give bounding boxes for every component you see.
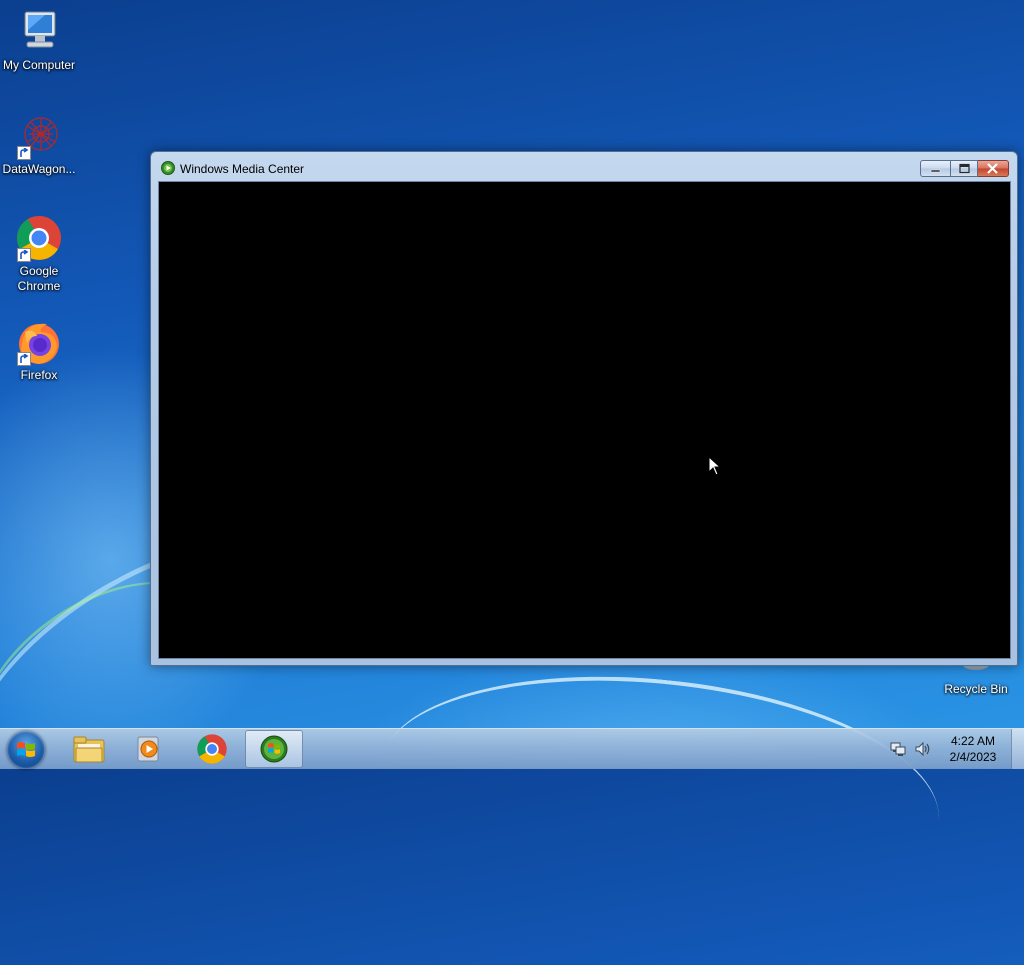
shortcut-arrow-icon	[17, 352, 31, 366]
minimize-icon	[930, 169, 941, 173]
minimize-button[interactable]	[920, 160, 951, 177]
window-controls	[920, 160, 1009, 178]
desktop-icon-label: DataWagon...	[2, 162, 76, 176]
close-icon	[987, 163, 998, 174]
close-button[interactable]	[978, 160, 1009, 177]
desktop-icon-label: Google Chrome	[17, 264, 61, 293]
shortcut-arrow-icon	[17, 248, 31, 262]
desktop-icon-datawagon[interactable]: DataWagon...	[0, 112, 78, 177]
speaker-icon[interactable]	[914, 741, 932, 757]
media-center-icon	[260, 735, 288, 763]
window-title: Windows Media Center	[180, 162, 305, 176]
desktop-icon-label: My Computer	[2, 58, 76, 72]
media-center-window[interactable]: Windows Media Center	[150, 151, 1018, 666]
media-center-icon	[161, 161, 175, 175]
taskbar-clock[interactable]: 4:22 AM 2/4/2023	[940, 733, 1006, 765]
taskbar-media-center-button[interactable]	[245, 730, 303, 768]
window-titlebar[interactable]: Windows Media Center	[151, 152, 1017, 182]
desktop-icon-label: Firefox	[20, 368, 58, 382]
network-icon[interactable]	[890, 741, 906, 757]
my-computer-icon	[15, 8, 63, 56]
chrome-icon	[197, 734, 227, 764]
maximize-button[interactable]	[951, 160, 978, 177]
media-player-icon	[137, 736, 159, 762]
taskbar-media-player-button[interactable]	[120, 730, 178, 768]
maximize-icon	[959, 163, 970, 174]
folder-icon	[73, 736, 105, 763]
taskbar: 4:22 AM 2/4/2023	[0, 728, 1024, 769]
desktop-icon-my-computer[interactable]: My Computer	[0, 8, 78, 73]
clock-date: 2/4/2023	[949, 750, 997, 764]
shortcut-arrow-icon	[17, 146, 31, 160]
wallpaper-swoosh	[369, 651, 951, 933]
media-center-content-area[interactable]	[158, 181, 1011, 659]
clock-time: 4:22 AM	[950, 734, 996, 748]
desktop-icon-firefox[interactable]: Firefox	[0, 318, 78, 383]
datawagon-icon	[15, 112, 63, 160]
show-desktop-button[interactable]	[1011, 729, 1024, 769]
desktop-icon-label: Recycle Bin	[944, 682, 1008, 696]
mouse-cursor-icon	[708, 456, 722, 476]
start-button[interactable]	[7, 731, 45, 769]
firefox-icon	[15, 318, 63, 366]
chrome-icon	[15, 214, 63, 262]
desktop-icon-chrome[interactable]: Google Chrome	[0, 214, 78, 294]
taskbar-explorer-button[interactable]	[60, 730, 118, 768]
windows-logo-icon	[17, 742, 35, 757]
taskbar-chrome-button[interactable]	[183, 730, 241, 768]
